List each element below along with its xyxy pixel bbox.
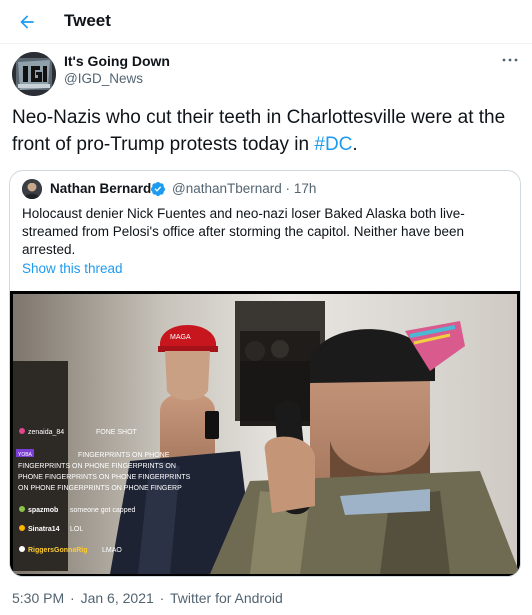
arrow-left-icon [20, 15, 34, 29]
overlay-line-3: FINGERPRINTS ON PHONE FINGERPRINTS ON [18, 463, 176, 470]
footer-separator: · [70, 590, 75, 606]
overlay-line-2: FINGERPRINTS ON PHONE [78, 452, 170, 459]
quoted-tweet-text: Holocaust denier Nick Fuentes and neo-na… [22, 206, 465, 257]
quoted-author-avatar [22, 179, 42, 199]
show-thread-link[interactable]: Show this thread [22, 261, 123, 276]
svg-text:MAGA: MAGA [170, 334, 191, 341]
chat-user-2: spazmob [28, 507, 58, 514]
tweet-timestamp: 5:30 PM · Jan 6, 2021 · Twitter for Andr… [12, 590, 285, 606]
source-app-link[interactable]: Twitter for Android [170, 590, 283, 606]
tweet-time[interactable]: 5:30 PM [12, 590, 64, 606]
chat-user-3: Sinatra14 [28, 526, 60, 533]
more-options-button[interactable] [500, 54, 520, 66]
chat-msg-3: LOL [70, 526, 83, 533]
author-avatar[interactable] [12, 52, 56, 96]
quoted-media-image[interactable]: MAGA zenaida_84 FONE SHOT YOBA FINGERPRI… [10, 291, 520, 576]
author-name[interactable]: It's Going Down [64, 53, 170, 69]
livestream-photo: MAGA zenaida_84 FONE SHOT YOBA FINGERPRI… [10, 291, 520, 576]
igd-logo-icon [12, 52, 56, 96]
quoted-tweet-time: 17h [293, 181, 317, 196]
quoted-author-name: Nathan Bernard [50, 181, 152, 196]
tweet-text: Neo-Nazis who cut their teeth in Charlot… [12, 104, 520, 158]
more-horizontal-icon [502, 58, 518, 62]
overlay-line-5: ON PHONE FINGERPRINTS ON PHONE FINGERP [18, 485, 182, 492]
chat-user-4: RiggersGonnaRig [28, 547, 88, 554]
quoted-tweet-meta: @nathanTbernard · 17h [172, 181, 316, 196]
chat-user-1: zenaida_84 [28, 429, 64, 436]
overlay-line-1: FONE SHOT [96, 429, 138, 436]
quoted-author-handle: @nathanTbernard [172, 181, 282, 196]
tweet-text-body: Neo-Nazis who cut their teeth in Charlot… [12, 107, 506, 155]
chat-msg-2: someone got capped [70, 507, 135, 514]
overlay-badge: YOBA [18, 452, 33, 458]
footer-separator: · [159, 590, 165, 606]
chat-msg-4: LMAO [102, 547, 122, 554]
page-title: Tweet [64, 11, 111, 30]
tweet-author: It's Going Down @IGD_News [8, 50, 524, 98]
tweet-date[interactable]: Jan 6, 2021 [81, 590, 154, 606]
quoted-tweet-header: Nathan Bernard @nathanTbernard · 17h [22, 179, 512, 199]
verified-badge-icon [151, 182, 165, 196]
meta-separator: · [285, 181, 291, 196]
overlay-line-4: PHONE FINGERPRINTS ON PHONE FINGERPRINTS [18, 474, 191, 481]
author-handle[interactable]: @IGD_News [64, 71, 143, 86]
top-bar: Tweet [0, 0, 532, 44]
back-button[interactable] [10, 5, 44, 39]
tweet-text-end: . [352, 134, 358, 155]
hashtag-link[interactable]: #DC [314, 134, 352, 155]
quoted-tweet[interactable]: Nathan Bernard @nathanTbernard · 17h Hol… [9, 170, 521, 577]
